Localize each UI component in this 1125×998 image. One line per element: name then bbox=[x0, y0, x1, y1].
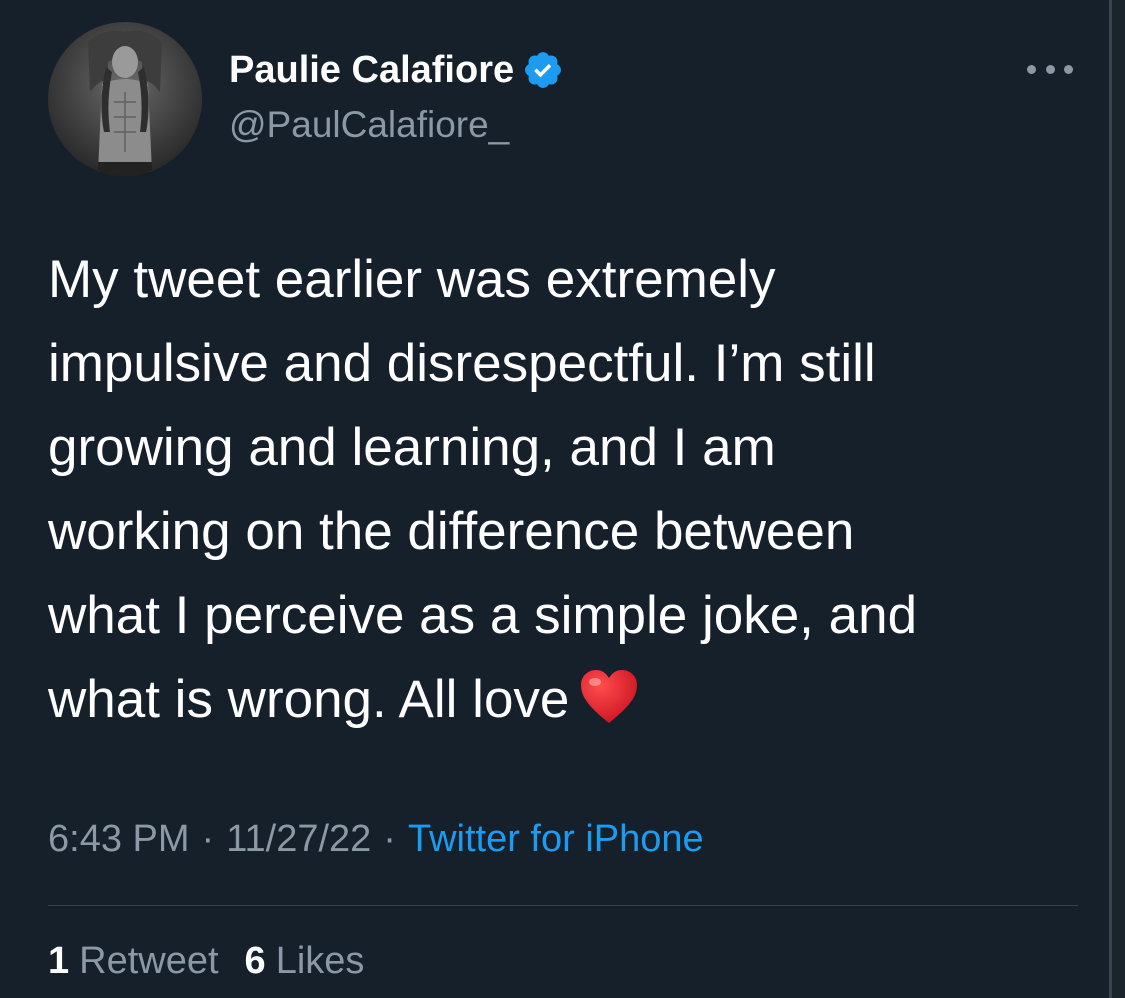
tweet-detail: Paulie Calafiore @PaulCalafiore_ My twee… bbox=[0, 0, 1125, 998]
dot-icon bbox=[1064, 64, 1073, 74]
retweets-count: 1 bbox=[48, 940, 70, 982]
tweet-time[interactable]: 6:43 PM bbox=[48, 818, 190, 861]
engagement-stats: 1 Retweet 6 Likes bbox=[48, 940, 364, 983]
avatar-photo bbox=[48, 22, 202, 176]
scrollbar[interactable] bbox=[1109, 0, 1125, 998]
separator-dot: · bbox=[201, 818, 215, 860]
retweets-stat[interactable]: 1 Retweet bbox=[48, 940, 219, 983]
likes-count: 6 bbox=[244, 940, 266, 982]
red-heart-icon bbox=[581, 670, 638, 723]
author-display-name[interactable]: Paulie Calafiore bbox=[229, 49, 514, 92]
verified-badge-icon bbox=[525, 52, 562, 88]
tweet-body: My tweet earlier was extremely impulsive… bbox=[48, 238, 1108, 742]
dot-icon bbox=[1045, 64, 1055, 74]
divider bbox=[48, 905, 1078, 906]
tweet-metadata: 6:43 PM · 11/27/22 · Twitter for iPhone bbox=[48, 818, 704, 861]
separator-dot: · bbox=[383, 818, 396, 860]
tweet-text: My tweet earlier was extremely impulsive… bbox=[48, 250, 918, 729]
likes-label: Likes bbox=[275, 940, 365, 982]
more-options-button[interactable] bbox=[1027, 56, 1073, 82]
avatar[interactable] bbox=[48, 22, 202, 176]
author-name-row[interactable]: Paulie Calafiore bbox=[229, 46, 564, 94]
tweet-date[interactable]: 11/27/22 bbox=[226, 818, 371, 861]
author-handle[interactable]: @PaulCalafiore_ bbox=[229, 104, 509, 146]
likes-stat[interactable]: 6 Likes bbox=[245, 940, 365, 983]
tweet-source-link[interactable]: Twitter for iPhone bbox=[408, 818, 704, 861]
dot-icon bbox=[1027, 64, 1036, 74]
retweets-label: Retweet bbox=[79, 940, 219, 982]
